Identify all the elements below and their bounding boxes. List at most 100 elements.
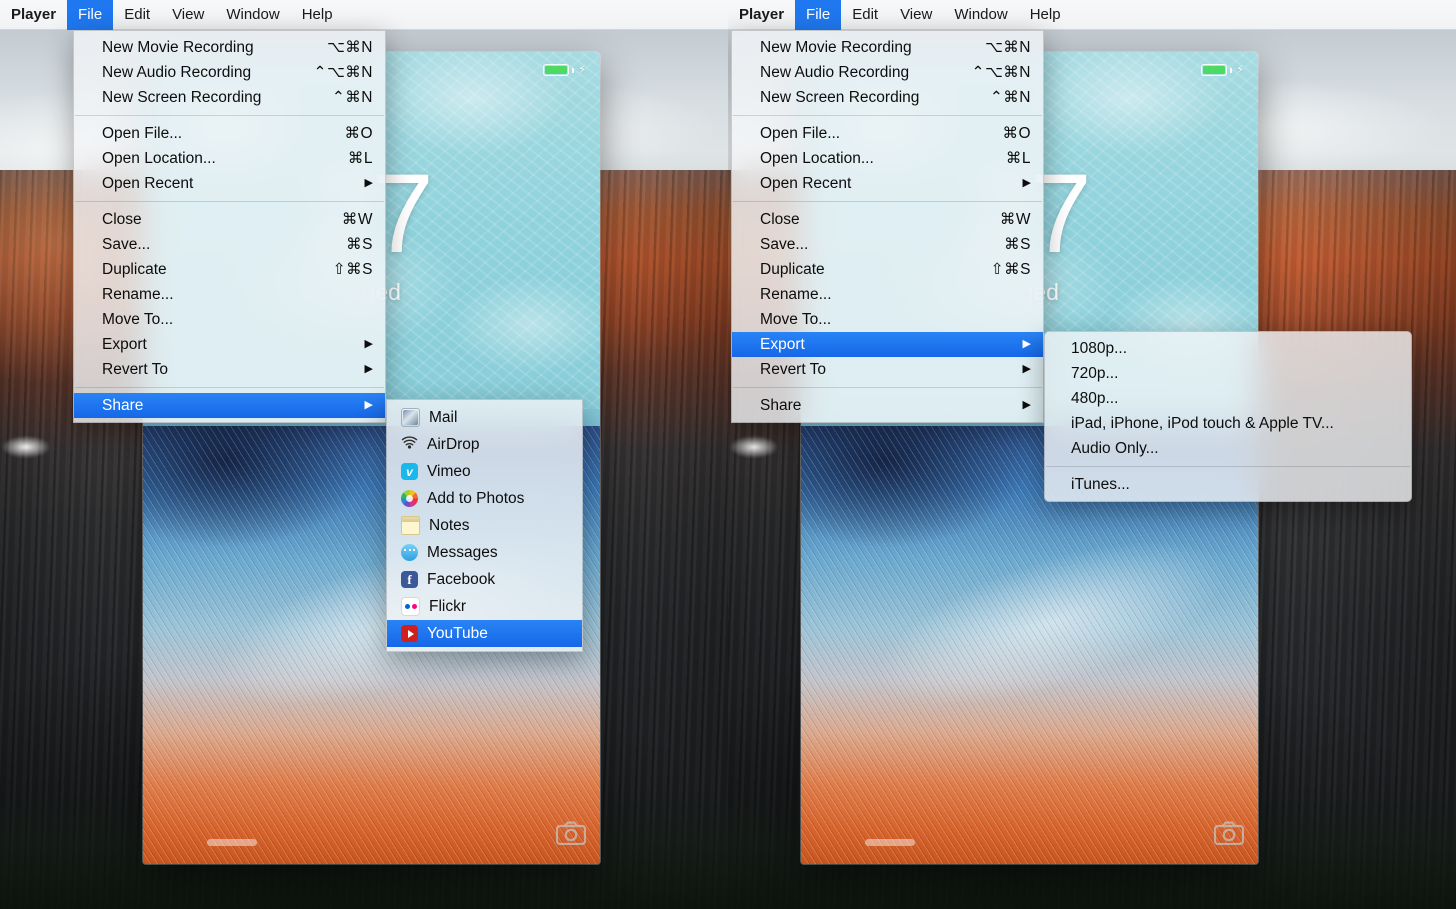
menu-item-new-movie-recording[interactable]: New Movie Recording ⌥⌘N — [74, 35, 385, 60]
export-item-480p[interactable]: 480p... — [1045, 386, 1411, 411]
menu-item-share[interactable]: Share ▶ — [74, 393, 385, 418]
menu-item-export[interactable]: Export ▶ — [74, 332, 385, 357]
share-submenu[interactable]: Mail AirDrop v Vimeo Add to Photos Notes… — [386, 399, 583, 652]
share-item-label: Flickr — [429, 597, 467, 615]
menu-item-rename[interactable]: Rename... — [74, 282, 385, 307]
menu-bar[interactable]: Player File Edit View Window Help — [728, 0, 1456, 30]
share-item-notes[interactable]: Notes — [387, 512, 582, 539]
menu-item-shortcut: ⌃⌥⌘N — [313, 64, 373, 81]
submenu-arrow-icon: ▶ — [364, 338, 373, 350]
menu-item-label: Close — [760, 210, 800, 228]
share-item-facebook[interactable]: f Facebook — [387, 566, 582, 593]
slide-handle-icon[interactable] — [206, 839, 257, 846]
submenu-arrow-icon: ▶ — [1022, 177, 1031, 189]
share-item-label: YouTube — [427, 624, 488, 642]
menu-item-shortcut: ⇧⌘S — [990, 261, 1031, 278]
share-item-vimeo[interactable]: v Vimeo — [387, 458, 582, 485]
menu-item-revert-to[interactable]: Revert To ▶ — [732, 357, 1043, 382]
share-item-label: Mail — [429, 408, 458, 426]
menu-item-shortcut: ⌘O — [344, 125, 373, 142]
menubar-item-window[interactable]: Window — [215, 0, 290, 30]
menu-item-share[interactable]: Share ▶ — [732, 393, 1043, 418]
menu-item-open-file[interactable]: Open File... ⌘O — [74, 121, 385, 146]
menu-item-label: Duplicate — [760, 260, 825, 278]
menu-item-open-recent[interactable]: Open Recent ▶ — [732, 171, 1043, 196]
menu-item-save[interactable]: Save... ⌘S — [732, 232, 1043, 257]
share-item-airdrop[interactable]: AirDrop — [387, 431, 582, 458]
share-item-label: Facebook — [427, 570, 496, 588]
share-item-add-to-photos[interactable]: Add to Photos — [387, 485, 582, 512]
menu-item-open-file[interactable]: Open File... ⌘O — [732, 121, 1043, 146]
menu-item-save[interactable]: Save... ⌘S — [74, 232, 385, 257]
menu-item-move-to[interactable]: Move To... — [732, 307, 1043, 332]
menu-item-open-recent[interactable]: Open Recent ▶ — [74, 171, 385, 196]
menu-item-label: Export — [760, 335, 805, 353]
export-item-apple-devices[interactable]: iPad, iPhone, iPod touch & Apple TV... — [1045, 411, 1411, 436]
slide-handle-icon[interactable] — [864, 839, 915, 846]
menu-item-new-screen-recording[interactable]: New Screen Recording ⌃⌘N — [74, 85, 385, 110]
vimeo-icon: v — [401, 463, 418, 480]
menubar-item-view[interactable]: View — [889, 0, 943, 30]
camera-icon[interactable] — [1213, 821, 1245, 850]
menubar-item-edit[interactable]: Edit — [113, 0, 161, 30]
menu-item-duplicate[interactable]: Duplicate ⇧⌘S — [74, 257, 385, 282]
menu-item-duplicate[interactable]: Duplicate ⇧⌘S — [732, 257, 1043, 282]
flickr-icon — [401, 597, 420, 616]
battery-fill — [545, 66, 568, 74]
menu-item-new-audio-recording[interactable]: New Audio Recording ⌃⌥⌘N — [74, 60, 385, 85]
file-dropdown-menu[interactable]: New Movie Recording ⌥⌘N New Audio Record… — [73, 30, 386, 423]
menu-item-export[interactable]: Export ▶ — [732, 332, 1043, 357]
menu-item-label: New Movie Recording — [102, 38, 254, 56]
submenu-arrow-icon: ▶ — [364, 363, 373, 375]
export-item-720p[interactable]: 720p... — [1045, 361, 1411, 386]
menu-item-close[interactable]: Close ⌘W — [74, 207, 385, 232]
menu-item-new-screen-recording[interactable]: New Screen Recording ⌃⌘N — [732, 85, 1043, 110]
menu-item-label: Save... — [760, 235, 809, 253]
battery-indicator: ⚡ — [543, 64, 586, 76]
submenu-arrow-icon: ▶ — [364, 177, 373, 189]
menubar-item-help[interactable]: Help — [291, 0, 344, 30]
menubar-item-view[interactable]: View — [161, 0, 215, 30]
export-item-itunes[interactable]: iTunes... — [1045, 472, 1411, 497]
menu-item-revert-to[interactable]: Revert To ▶ — [74, 357, 385, 382]
menubar-item-edit[interactable]: Edit — [841, 0, 889, 30]
menu-bar[interactable]: Player File Edit View Window Help — [0, 0, 728, 30]
menu-item-label: New Movie Recording — [760, 38, 912, 56]
camera-icon[interactable] — [555, 821, 587, 850]
share-item-flickr[interactable]: Flickr — [387, 593, 582, 620]
menu-item-label: Rename... — [760, 285, 832, 303]
menu-item-label: New Screen Recording — [102, 88, 262, 106]
youtube-icon — [401, 625, 418, 642]
share-item-mail[interactable]: Mail — [387, 404, 582, 431]
menubar-item-help[interactable]: Help — [1019, 0, 1072, 30]
battery-cap-icon — [572, 67, 575, 73]
menu-item-shortcut: ⌘S — [1004, 236, 1031, 253]
export-item-1080p[interactable]: 1080p... — [1045, 336, 1411, 361]
menu-item-rename[interactable]: Rename... — [732, 282, 1043, 307]
menu-item-open-location[interactable]: Open Location... ⌘L — [74, 146, 385, 171]
menu-item-close[interactable]: Close ⌘W — [732, 207, 1043, 232]
menu-item-label: Open Location... — [760, 149, 874, 167]
menubar-item-player[interactable]: Player — [728, 0, 795, 30]
menubar-item-file[interactable]: File — [795, 0, 842, 30]
file-dropdown-menu[interactable]: New Movie Recording ⌥⌘N New Audio Record… — [731, 30, 1044, 423]
share-item-label: Add to Photos — [427, 489, 525, 507]
export-submenu[interactable]: 1080p... 720p... 480p... iPad, iPhone, i… — [1044, 331, 1412, 502]
menu-item-label: 480p... — [1071, 389, 1119, 407]
menubar-item-window[interactable]: Window — [943, 0, 1018, 30]
menubar-item-file[interactable]: File — [67, 0, 114, 30]
menu-item-new-movie-recording[interactable]: New Movie Recording ⌥⌘N — [732, 35, 1043, 60]
share-item-messages[interactable]: Messages — [387, 539, 582, 566]
share-item-youtube[interactable]: YouTube — [387, 620, 582, 647]
menu-item-new-audio-recording[interactable]: New Audio Recording ⌃⌥⌘N — [732, 60, 1043, 85]
menu-item-move-to[interactable]: Move To... — [74, 307, 385, 332]
menu-item-label: Audio Only... — [1071, 439, 1159, 457]
menu-separator — [75, 115, 384, 116]
export-item-audio-only[interactable]: Audio Only... — [1045, 436, 1411, 461]
right-screenshot-pane: 27 arged ⚡ Player File — [728, 0, 1456, 909]
menubar-item-player[interactable]: Player — [0, 0, 67, 30]
menu-item-label: Save... — [102, 235, 151, 253]
menu-item-label: Open File... — [760, 124, 841, 142]
menu-item-open-location[interactable]: Open Location... ⌘L — [732, 146, 1043, 171]
photos-icon — [401, 490, 418, 507]
